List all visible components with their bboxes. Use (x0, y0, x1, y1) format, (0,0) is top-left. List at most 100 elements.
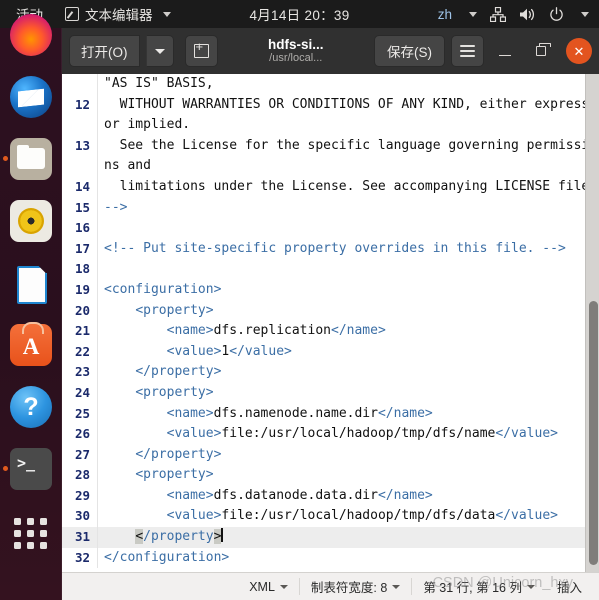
dock-item-show-applications[interactable] (10, 512, 52, 554)
code-line[interactable]: "AS IS" BASIS, (62, 74, 599, 95)
tab-width-selector[interactable]: 制表符宽度: 8 (300, 577, 411, 596)
code-line-content[interactable]: </configuration> (98, 547, 599, 569)
code-line-content[interactable]: <name>dfs.replication</name> (98, 321, 599, 342)
close-button[interactable] (566, 38, 592, 64)
line-number: 19 (62, 279, 98, 301)
code-token-brk: < (135, 529, 144, 545)
dock-item-files[interactable] (10, 138, 52, 180)
code-token-txt: dfs.datanode.data.dir (213, 487, 378, 503)
gnome-top-bar: 活动 文本编辑器 4月14日 20：39 zh (0, 0, 599, 28)
dock-item-libreoffice-impress[interactable] (10, 262, 52, 304)
code-line[interactable]: 27 </property> (62, 444, 599, 466)
insert-mode-indicator[interactable]: 插入 (546, 577, 593, 596)
chevron-down-icon (279, 584, 288, 589)
new-tab-button[interactable] (184, 35, 218, 67)
dock-item-rhythmbox[interactable] (10, 200, 52, 242)
code-line-content[interactable]: </property> (98, 527, 599, 548)
cursor-position-indicator[interactable]: 第 31 行, 第 16 列 (412, 577, 546, 596)
code-line-content[interactable]: <value>file:/usr/local/hadoop/tmp/dfs/na… (98, 424, 599, 445)
code-line-content[interactable] (98, 218, 599, 239)
network-icon (490, 6, 506, 22)
line-number: 28 (62, 465, 98, 486)
keyboard-layout-indicator[interactable]: zh (438, 7, 452, 22)
code-line[interactable]: 20 <property> (62, 300, 599, 322)
code-token-tag: </name> (331, 323, 386, 339)
maximize-icon (536, 43, 551, 56)
code-token-cmt: --> (104, 199, 128, 215)
dock-item-thunderbird[interactable] (10, 76, 52, 118)
code-line-content[interactable]: See the License for the specific languag… (98, 135, 599, 177)
code-line[interactable]: 21 <name>dfs.replication</name> (62, 321, 599, 342)
code-line-content[interactable]: <configuration> (98, 279, 599, 301)
code-line[interactable]: 24 <property> (62, 382, 599, 404)
vertical-scrollbar-thumb[interactable] (589, 301, 598, 565)
code-line[interactable]: 25 <name>dfs.namenode.name.dir</name> (62, 403, 599, 425)
code-line[interactable]: 12 WITHOUT WARRANTIES OR CONDITIONS OF A… (62, 94, 599, 136)
system-status-area[interactable]: zh (438, 6, 589, 22)
code-line-content[interactable]: <property> (98, 465, 599, 486)
line-number: 21 (62, 321, 98, 342)
code-line[interactable]: 28 <property> (62, 465, 599, 486)
cursor-position-label: 第 31 行, 第 16 列 (423, 581, 522, 595)
line-number: 25 (62, 403, 98, 425)
code-line[interactable]: 19 <configuration> (62, 279, 599, 301)
code-token-tag: </value> (495, 508, 558, 524)
dock-item-terminal[interactable] (10, 448, 52, 490)
minimize-button[interactable] (490, 35, 520, 67)
code-text-view[interactable]: "AS IS" BASIS, 12 WITHOUT WARRANTIES OR C… (62, 74, 599, 572)
code-token-brk: > (213, 529, 222, 545)
code-line-content[interactable]: <property> (98, 300, 599, 322)
code-line[interactable]: 23 </property> (62, 362, 599, 383)
line-number: 27 (62, 444, 98, 466)
code-line[interactable]: 29 <name>dfs.datanode.data.dir</name> (62, 485, 599, 507)
dock-item-ubuntu-software[interactable] (10, 322, 52, 366)
clock[interactable]: 4月14日 20：39 (249, 4, 349, 24)
code-line[interactable]: 30 <value>file:/usr/local/hadoop/tmp/dfs… (62, 506, 599, 528)
code-line-content[interactable]: limitations under the License. See accom… (98, 176, 599, 198)
code-line-content[interactable]: </property> (98, 444, 599, 466)
dock-item-help[interactable] (10, 386, 52, 428)
language-label: XML (249, 579, 275, 594)
code-line-content[interactable]: <!-- Put site-specific property override… (98, 238, 599, 260)
code-line[interactable]: 15 --> (62, 197, 599, 219)
code-line-content[interactable]: "AS IS" BASIS, (98, 74, 599, 95)
code-line-content[interactable]: <value>file:/usr/local/hadoop/tmp/dfs/da… (98, 506, 599, 528)
code-line[interactable]: 17 <!-- Put site-specific property overri… (62, 238, 599, 260)
line-number: 23 (62, 362, 98, 383)
system-menu-chevron-down-icon (581, 11, 589, 17)
maximize-button[interactable] (526, 35, 556, 67)
language-selector[interactable]: XML (238, 580, 299, 594)
save-button[interactable]: 保存(S) (374, 35, 445, 67)
code-token-txt: dfs.replication (213, 323, 331, 339)
code-line-content[interactable] (98, 259, 599, 280)
hamburger-menu-button[interactable] (451, 35, 484, 67)
hamburger-menu-icon (460, 50, 475, 52)
code-token-tag: </configuration> (104, 549, 230, 565)
code-line[interactable]: 26 <value>file:/usr/local/hadoop/tmp/dfs… (62, 424, 599, 445)
open-button[interactable]: 打开(O) (69, 35, 140, 67)
code-line-content[interactable]: --> (98, 197, 599, 219)
code-line-content[interactable]: <name>dfs.namenode.name.dir</name> (98, 403, 599, 425)
code-line-content[interactable]: </property> (98, 362, 599, 383)
code-line[interactable]: 22 <value>1</value> (62, 341, 599, 363)
code-line[interactable]: 18 (62, 259, 599, 280)
code-line[interactable]: 31 </property> (62, 527, 599, 548)
code-line-content[interactable]: <property> (98, 382, 599, 404)
dock-item-firefox[interactable] (10, 14, 52, 56)
code-line[interactable]: 13 See the License for the specific lang… (62, 135, 599, 177)
minimize-icon (499, 54, 511, 57)
code-line-content[interactable]: WITHOUT WARRANTIES OR CONDITIONS OF ANY … (98, 94, 599, 136)
app-menu-button[interactable]: 文本编辑器 (57, 4, 179, 24)
tab-width-label: 制表符宽度: 8 (310, 581, 388, 595)
open-dropdown-button[interactable] (145, 35, 174, 67)
code-line[interactable]: 32 </configuration> (62, 547, 599, 569)
vertical-scrollbar[interactable] (585, 74, 599, 572)
chevron-down-icon (154, 48, 165, 54)
keyboard-chevron-down-icon (469, 11, 477, 17)
code-line-content[interactable]: <value>1</value> (98, 341, 599, 363)
code-line-content[interactable]: <name>dfs.datanode.data.dir</name> (98, 485, 599, 507)
code-line[interactable]: 14 limitations under the License. See ac… (62, 176, 599, 198)
line-number: 22 (62, 341, 98, 363)
code-line[interactable]: 16 (62, 218, 599, 239)
